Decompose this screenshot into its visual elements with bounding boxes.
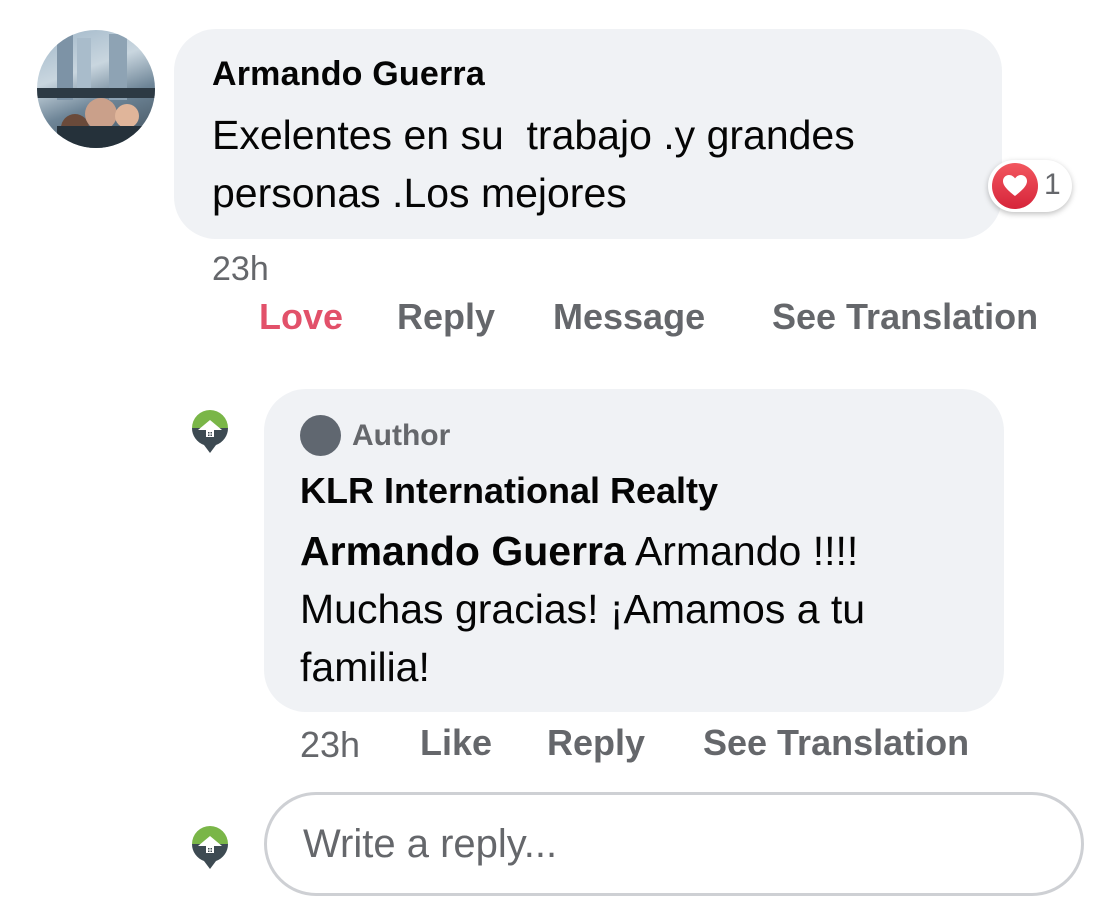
comment-timestamp[interactable]: 23h	[212, 250, 269, 289]
reply-button[interactable]: Reply	[397, 296, 495, 338]
commenter-avatar[interactable]	[37, 30, 155, 148]
reply-text: Armando Guerra Armando !!!! Muchas graci…	[300, 522, 990, 696]
comment-author-name[interactable]: Armando Guerra	[212, 55, 485, 94]
love-button[interactable]: Love	[259, 296, 343, 338]
comment-text: Exelentes en su trabajo .y grandes perso…	[212, 112, 855, 216]
reply-mention[interactable]: Armando Guerra	[300, 528, 626, 574]
see-translation-button[interactable]: See Translation	[772, 296, 1038, 338]
author-badge-label: Author	[352, 419, 451, 452]
composer-page-avatar	[190, 824, 230, 870]
reply-input[interactable]	[264, 792, 1084, 896]
page-avatar[interactable]	[190, 408, 230, 454]
reaction-count: 1	[1044, 168, 1061, 201]
heart-icon	[992, 163, 1038, 209]
message-button[interactable]: Message	[553, 296, 705, 338]
reply-reply-button[interactable]: Reply	[547, 722, 645, 764]
reply-see-translation-button[interactable]: See Translation	[703, 722, 969, 764]
author-badge-icon	[300, 415, 341, 456]
reply-author-name[interactable]: KLR International Realty	[300, 470, 718, 512]
reply-timestamp[interactable]: 23h	[300, 724, 360, 766]
like-button[interactable]: Like	[420, 722, 492, 764]
